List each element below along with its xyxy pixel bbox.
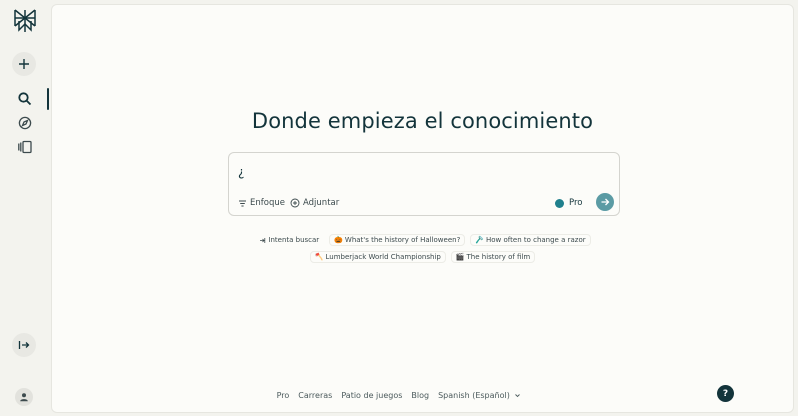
enter-icon bbox=[260, 237, 266, 243]
pumpkin-icon: 🎃 bbox=[334, 236, 343, 244]
axe-icon: 🪓 bbox=[314, 253, 324, 261]
suggestion-chip[interactable]: 🪓 Lumberjack World Championship bbox=[309, 251, 446, 263]
filter-icon bbox=[239, 200, 246, 206]
footer-link-careers[interactable]: Carreras bbox=[298, 391, 332, 400]
chevron-down-icon bbox=[515, 394, 521, 398]
search-input[interactable] bbox=[238, 162, 538, 182]
footer-link-playground[interactable]: Patio de juegos bbox=[341, 391, 402, 400]
pro-toggle-indicator bbox=[555, 198, 564, 208]
nav-search[interactable] bbox=[17, 91, 33, 107]
suggestions-row: Intenta buscar 🎃 What's the history of H… bbox=[254, 234, 591, 246]
search-icon bbox=[18, 92, 32, 106]
suggestions-row: 🪓 Lumberjack World Championship 🎬 The hi… bbox=[309, 251, 536, 263]
main-panel: Donde empieza el conocimiento Enfoque Ad… bbox=[51, 4, 794, 413]
compass-icon bbox=[18, 116, 32, 130]
footer-link-blog[interactable]: Blog bbox=[411, 391, 429, 400]
attach-label: Adjuntar bbox=[303, 198, 340, 208]
suggestion-chip[interactable]: 🪒 How often to change a razor bbox=[470, 234, 591, 246]
arrow-right-icon bbox=[601, 198, 610, 206]
submit-button[interactable] bbox=[596, 193, 614, 211]
suggestions: Intenta buscar 🎃 What's the history of H… bbox=[52, 234, 793, 263]
sidebar bbox=[0, 0, 50, 416]
search-box[interactable]: Enfoque Adjuntar Pro bbox=[228, 152, 620, 216]
focus-button[interactable]: Enfoque bbox=[238, 195, 285, 211]
new-thread-button[interactable] bbox=[12, 52, 36, 76]
footer: Pro Carreras Patio de juegos Blog Spanis… bbox=[0, 391, 798, 400]
suggestions-label: Intenta buscar bbox=[254, 234, 325, 246]
nav-discover[interactable] bbox=[17, 115, 33, 131]
pro-label: Pro bbox=[569, 198, 583, 208]
active-nav-indicator bbox=[47, 88, 49, 110]
expand-sidebar-button[interactable] bbox=[12, 333, 36, 357]
razor-icon: 🪒 bbox=[475, 236, 485, 244]
help-button[interactable]: ? bbox=[717, 385, 734, 402]
clapper-icon: 🎬 bbox=[455, 253, 465, 261]
language-label: Spanish (Español) bbox=[438, 391, 510, 400]
suggestion-chip[interactable]: 🎃 What's the history of Halloween? bbox=[329, 234, 466, 246]
plus-icon bbox=[19, 59, 29, 69]
page-title: Donde empieza el conocimiento bbox=[251, 109, 594, 133]
footer-link-pro[interactable]: Pro bbox=[277, 391, 290, 400]
focus-label: Enfoque bbox=[250, 198, 285, 208]
suggestion-chip[interactable]: 🎬 The history of film bbox=[450, 251, 536, 263]
pro-toggle[interactable]: Pro bbox=[555, 195, 583, 211]
plus-circle-icon bbox=[290, 198, 300, 208]
nav-library[interactable] bbox=[17, 139, 33, 155]
attach-button[interactable]: Adjuntar bbox=[290, 195, 339, 211]
expand-sidebar-icon bbox=[18, 341, 30, 349]
perplexity-logo-icon[interactable] bbox=[13, 8, 37, 34]
library-icon bbox=[18, 140, 32, 154]
language-selector[interactable]: Spanish (Español) bbox=[438, 391, 521, 400]
